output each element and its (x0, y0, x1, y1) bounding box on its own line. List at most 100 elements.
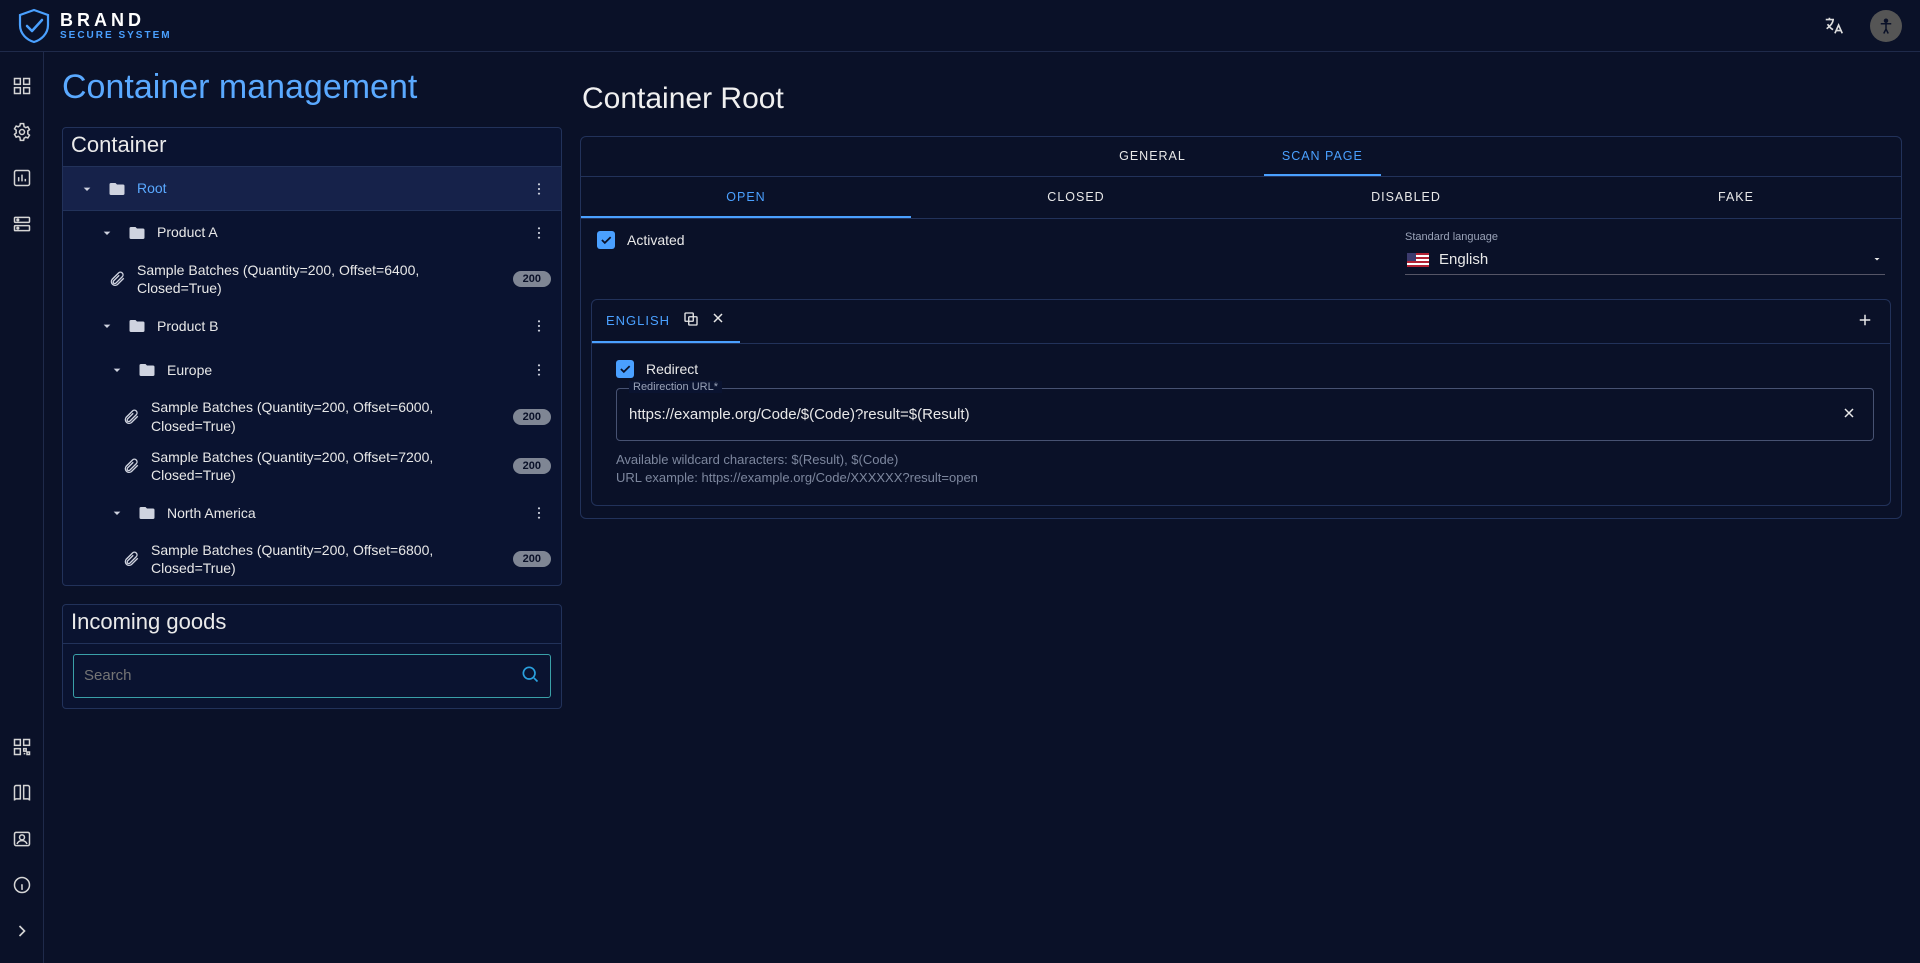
redirect-checkbox[interactable] (616, 360, 634, 378)
nav-expand-icon[interactable] (8, 917, 36, 945)
tree-node-label: Sample Batches (Quantity=200, Offset=720… (151, 448, 503, 484)
tree-batch-row[interactable]: Sample Batches (Quantity=200, Offset=600… (63, 392, 561, 441)
tree-folder-row[interactable]: Product A (63, 211, 561, 255)
redirection-url-input[interactable] (629, 406, 1837, 423)
brand-shield-icon (18, 8, 50, 44)
incoming-search[interactable] (73, 654, 551, 698)
translate-icon[interactable] (1818, 10, 1850, 42)
tree-node-label: North America (167, 504, 517, 522)
chevron-down-icon[interactable] (97, 318, 117, 334)
primary-tabs: General Scan page (581, 137, 1901, 177)
top-bar: BRAND SECURE SYSTEM (0, 0, 1920, 52)
activation-row: Activated Standard language English (581, 219, 1901, 287)
search-icon[interactable] (520, 664, 540, 687)
incoming-search-input[interactable] (84, 667, 520, 684)
tree-folder-row[interactable]: Root (63, 167, 561, 211)
language-sub-panel: English (591, 299, 1891, 506)
nav-dashboard-icon[interactable] (8, 72, 36, 100)
tree-node-label: Product A (157, 223, 517, 241)
tree-node-label: Product B (157, 317, 517, 335)
chevron-down-icon[interactable] (107, 505, 127, 521)
count-badge: 200 (513, 409, 551, 425)
chevron-down-icon[interactable] (97, 225, 117, 241)
brand-text: BRAND SECURE SYSTEM (60, 11, 172, 41)
standard-language-hint: Standard language (1405, 231, 1885, 243)
chevron-down-icon[interactable] (77, 181, 97, 197)
tree-node-label: Sample Batches (Quantity=200, Offset=640… (137, 261, 503, 297)
redirection-url-legend: Redirection URL* (629, 381, 722, 393)
detail-title: Container Root (580, 62, 1902, 136)
nav-servers-icon[interactable] (8, 210, 36, 238)
secondary-tabs: OpenClosedDisabledFake (581, 177, 1901, 219)
brand-line1: BRAND (60, 11, 172, 29)
language-tab-english[interactable]: English (592, 300, 740, 343)
language-tabs: English (592, 300, 1890, 344)
nav-book-icon[interactable] (8, 779, 36, 807)
nav-info-icon[interactable] (8, 871, 36, 899)
more-icon[interactable] (527, 225, 551, 241)
folder-icon (127, 224, 147, 242)
tab-general[interactable]: General (1101, 137, 1204, 176)
clear-icon[interactable] (1837, 401, 1861, 428)
nav-qr-icon[interactable] (8, 733, 36, 761)
incoming-goods-panel: Incoming goods (62, 604, 562, 709)
subtab-disabled[interactable]: Disabled (1241, 177, 1571, 218)
subtab-fake[interactable]: Fake (1571, 177, 1901, 218)
side-rail (0, 52, 44, 963)
folder-icon (127, 317, 147, 335)
language-tab-label: English (606, 313, 670, 328)
subtab-open[interactable]: Open (581, 177, 911, 218)
tab-scan-page[interactable]: Scan page (1264, 137, 1381, 176)
dropdown-caret-icon (1871, 252, 1883, 268)
chevron-down-icon[interactable] (107, 362, 127, 378)
activated-label: Activated (627, 232, 685, 248)
close-icon[interactable] (710, 310, 726, 331)
attachment-icon (121, 408, 141, 426)
tree-node-label: Europe (167, 361, 517, 379)
nav-settings-icon[interactable] (8, 118, 36, 146)
redirection-hints: Available wildcard characters: $(Result)… (616, 451, 1874, 487)
tree-node-label: Sample Batches (Quantity=200, Offset=600… (151, 398, 503, 434)
subtab-closed[interactable]: Closed (911, 177, 1241, 218)
folder-icon (107, 180, 127, 198)
more-icon[interactable] (527, 181, 551, 197)
brand-line2: SECURE SYSTEM (60, 31, 172, 41)
tree-folder-row[interactable]: Europe (63, 348, 561, 392)
attachment-icon (121, 550, 141, 568)
attachment-icon (121, 457, 141, 475)
activated-checkbox[interactable] (597, 231, 615, 249)
add-language-icon[interactable] (1850, 305, 1880, 338)
more-icon[interactable] (527, 318, 551, 334)
page-title: Container management (62, 68, 562, 107)
redirection-url-field[interactable]: Redirection URL* (616, 388, 1874, 441)
tree-batch-row[interactable]: Sample Batches (Quantity=200, Offset=720… (63, 442, 561, 491)
more-icon[interactable] (527, 505, 551, 521)
count-badge: 200 (513, 458, 551, 474)
redirect-label: Redirect (646, 361, 698, 377)
nav-user-card-icon[interactable] (8, 825, 36, 853)
container-tree: Root Product A Sample Batches (Quantity=20… (63, 167, 561, 585)
topbar-actions (1818, 10, 1902, 42)
tree-folder-row[interactable]: North America (63, 491, 561, 535)
count-badge: 200 (513, 271, 551, 287)
redirect-checkbox-row: Redirect (616, 360, 1874, 378)
nav-analytics-icon[interactable] (8, 164, 36, 192)
tree-node-label: Sample Batches (Quantity=200, Offset=680… (151, 541, 503, 577)
tree-batch-row[interactable]: Sample Batches (Quantity=200, Offset=680… (63, 535, 561, 584)
activated-checkbox-row: Activated (597, 231, 685, 249)
more-icon[interactable] (527, 362, 551, 378)
brand: BRAND SECURE SYSTEM (18, 8, 172, 44)
flag-us-icon (1407, 253, 1429, 267)
detail-panel: GeneralScan page OpenClosedDisabledFake … (580, 136, 1902, 519)
folder-icon (137, 361, 157, 379)
tree-batch-row[interactable]: Sample Batches (Quantity=200, Offset=640… (63, 255, 561, 304)
count-badge: 200 (513, 551, 551, 567)
copy-icon[interactable] (682, 310, 700, 331)
redirection-hint-2: URL example: https://example.org/Code/XX… (616, 469, 1874, 487)
standard-language-select[interactable]: English (1405, 247, 1885, 275)
container-panel-header: Container (63, 128, 561, 167)
container-panel: Container Root Product A Sample Batches (Q… (62, 127, 562, 586)
tree-folder-row[interactable]: Product B (63, 304, 561, 348)
redirection-hint-1: Available wildcard characters: $(Result)… (616, 451, 1874, 469)
accessibility-avatar-icon[interactable] (1870, 10, 1902, 42)
